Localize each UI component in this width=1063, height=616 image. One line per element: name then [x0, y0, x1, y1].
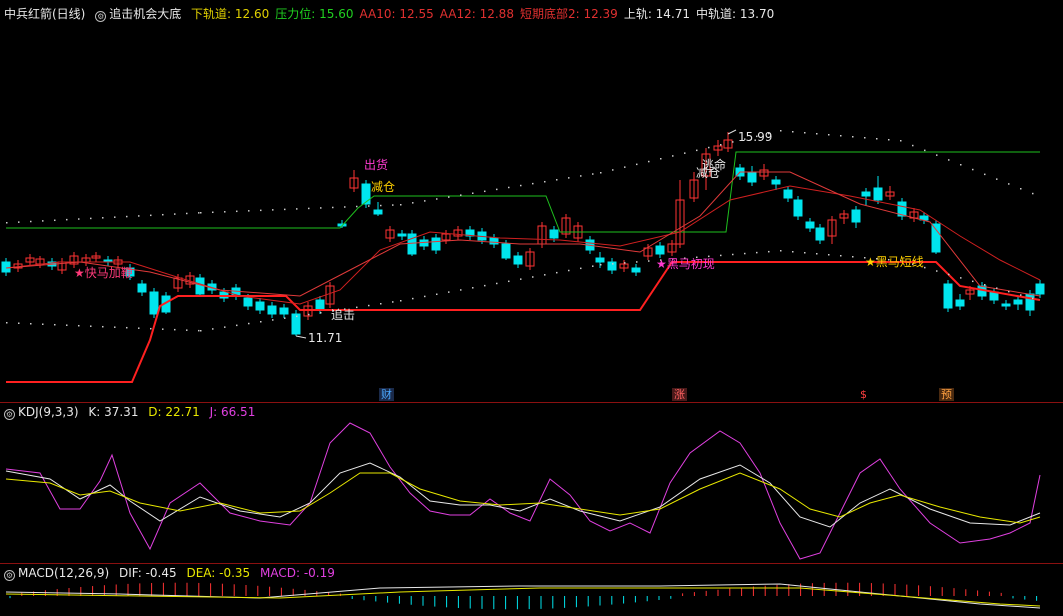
event-badge-dividend[interactable]: $ [858, 388, 869, 401]
event-badge-limit-up[interactable]: 涨 [672, 388, 687, 401]
candle-body-80 [931, 223, 941, 253]
candle-body-88 [1025, 293, 1035, 311]
candle-body-86 [1001, 303, 1011, 307]
candle-body-44 [513, 255, 523, 265]
candle-body-81 [943, 283, 953, 309]
candle-body-70 [815, 227, 825, 241]
signal-chase: 追击 [331, 308, 356, 322]
candle-body-34 [397, 233, 407, 237]
kdj-k-line [5, 462, 1041, 528]
bottom-support-line [6, 261, 1041, 383]
candle-body-51 [595, 257, 605, 263]
candle-body-13 [149, 291, 159, 315]
candle-body-67 [783, 189, 793, 199]
macd-dea-line [5, 587, 1041, 607]
signal-kuaima: ★快马加鞭 [74, 266, 133, 280]
candle-body-42 [489, 237, 499, 245]
candle-body-23 [267, 305, 277, 315]
event-badge-forecast[interactable]: 预 [939, 388, 954, 401]
resistance-line [6, 151, 1040, 233]
event-badge-finance[interactable]: 财 [379, 388, 394, 401]
candle-body-32 [373, 209, 383, 215]
candle-body-73 [851, 209, 861, 223]
kdj-chart[interactable] [0, 403, 1063, 563]
label-high: 15.99 [738, 130, 773, 144]
signal-reduce: 减仓 [371, 180, 396, 194]
candle-body-54 [631, 267, 641, 273]
candle-body-12 [137, 283, 147, 293]
price-chart[interactable] [0, 0, 1063, 400]
macd-chart[interactable] [0, 564, 1063, 616]
candle-body-37 [431, 237, 441, 251]
candle-body-74 [861, 191, 871, 197]
candle-body-64 [747, 171, 757, 183]
label-low: 11.71 [308, 331, 343, 345]
signal-heima-1: ★黑马初现 [656, 257, 715, 271]
candle-body-89 [1035, 283, 1045, 295]
candle-body-31 [361, 183, 371, 205]
candle-body-75 [873, 187, 883, 201]
candle-body-69 [805, 221, 815, 229]
signal-sell: 出货 [364, 158, 389, 172]
signal-heima-2: ★黑马短线 [865, 255, 924, 269]
candle-body-82 [955, 299, 965, 307]
candle-body-47 [549, 229, 559, 239]
high-pointer [727, 129, 737, 135]
signal-reduce-2: 减仓 [696, 166, 721, 180]
candle-body-22 [255, 301, 265, 311]
candle-body-87 [1013, 299, 1023, 305]
candle-body-24 [279, 307, 289, 315]
candle-body-27 [315, 299, 325, 311]
aa12-line [5, 171, 1041, 297]
low-pointer [295, 335, 307, 339]
candle-body-21 [243, 297, 253, 307]
candle-body-66 [771, 179, 781, 185]
kdj-d-line [5, 472, 1041, 524]
candle-body-0 [1, 261, 11, 273]
candle-body-56 [655, 245, 665, 255]
candle-body-68 [793, 199, 803, 217]
candle-body-43 [501, 243, 511, 259]
aa10-line [5, 185, 1041, 305]
